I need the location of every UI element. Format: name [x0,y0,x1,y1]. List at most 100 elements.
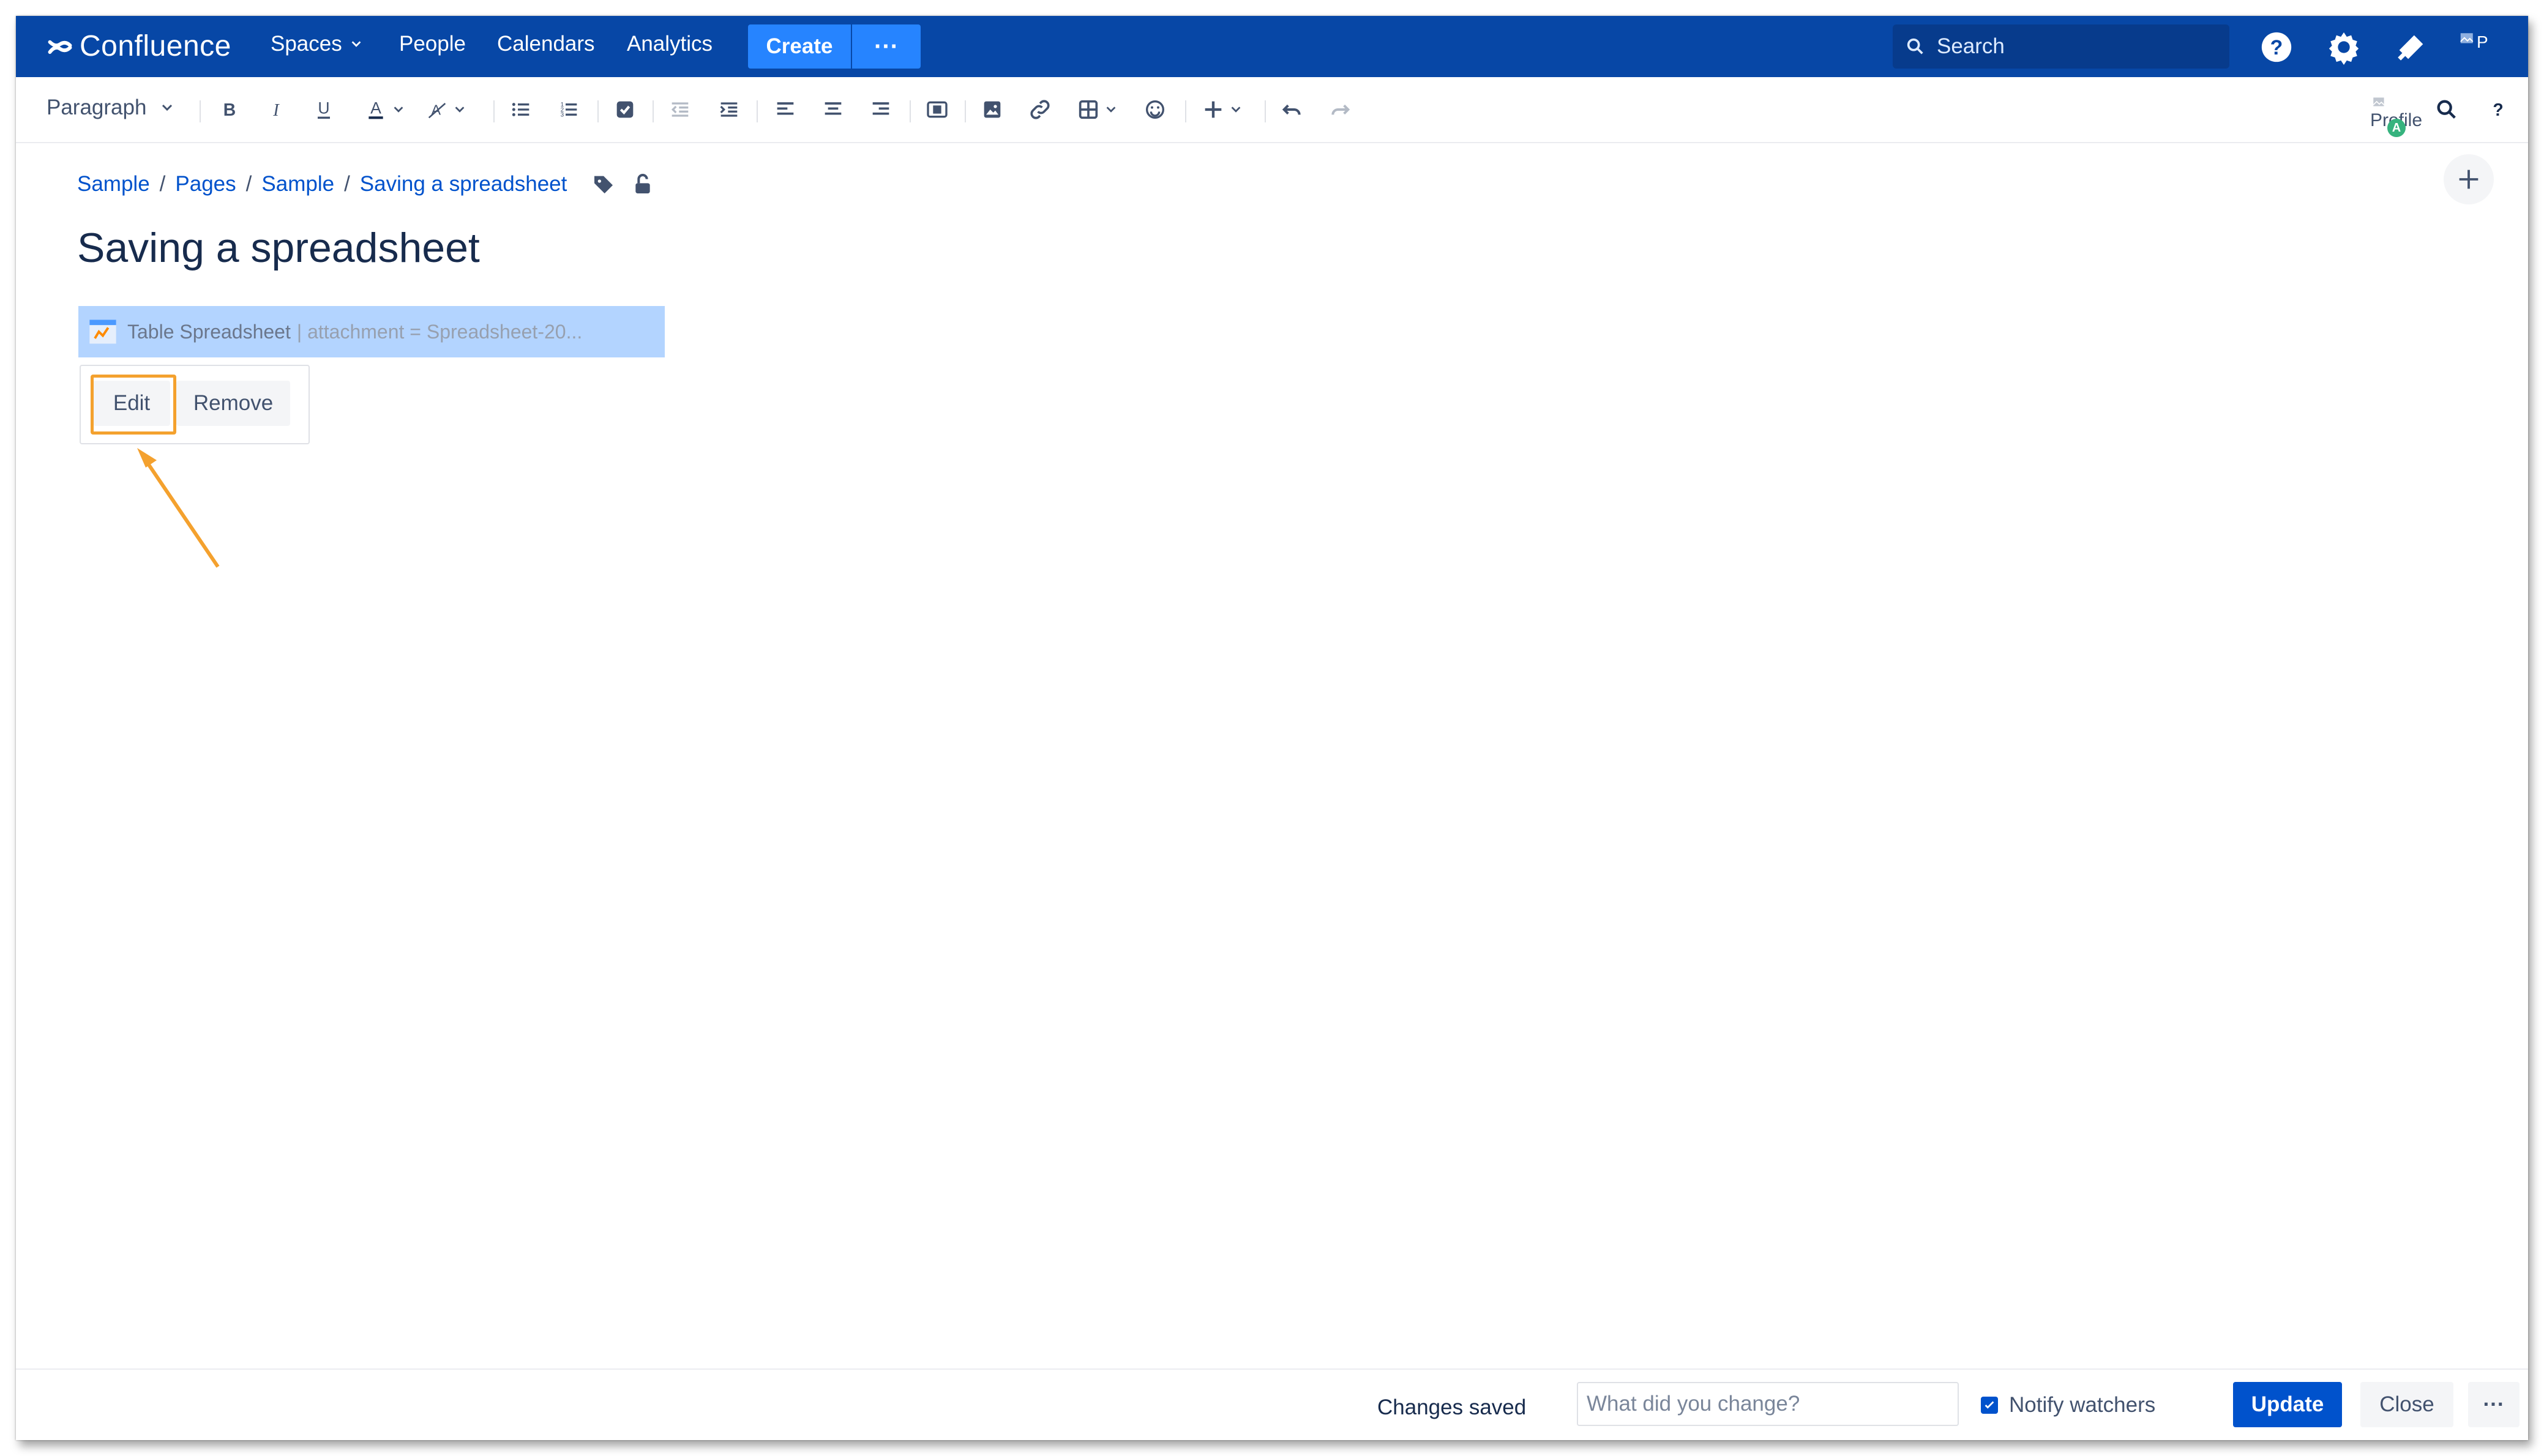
help-icon[interactable]: ? [2259,29,2294,65]
settings-gear-icon[interactable] [2326,29,2362,65]
help-icon: ? [2493,100,2503,120]
create-more-button[interactable]: ··· [852,24,921,69]
italic-button[interactable]: I [261,94,291,125]
breadcrumb-item[interactable]: Sample [261,172,334,196]
confluence-logo[interactable]: Confluence [47,29,231,63]
table-spreadsheet-macro[interactable]: Table Spreadsheet | attachment = Spreads… [78,306,665,357]
remove-macro-button[interactable]: Remove [176,381,290,426]
change-comment-input[interactable] [1577,1382,1959,1426]
indent-button[interactable] [714,94,744,125]
align-center-icon [825,102,842,115]
notify-watchers-checkbox[interactable]: Notify watchers [1981,1393,2155,1417]
clear-formatting-icon: A [428,102,446,119]
edit-button-highlight [91,375,176,435]
toolbar-divider [757,100,758,122]
add-content-button[interactable] [2444,154,2494,204]
bold-button[interactable]: B [214,94,245,125]
plus-icon [1205,101,1222,118]
nav-analytics[interactable]: Analytics [627,32,713,56]
spreadsheet-macro-icon [89,319,116,344]
toolbar-divider [1265,100,1266,122]
page-layout-icon [927,101,948,118]
checkbox-task-icon [616,101,634,118]
toolbar-divider [1185,100,1186,122]
underline-button[interactable]: U [309,94,339,125]
chevron-down-icon [394,106,403,113]
editor-footer: Changes saved Notify watchers Update Clo… [16,1368,2528,1440]
align-left-button[interactable] [770,94,801,125]
breadcrumb: Sample / Pages / Sample / Saving a sprea… [77,172,655,196]
insert-emoji-button[interactable] [1140,94,1170,125]
toolbar-divider [200,100,201,122]
update-button[interactable]: Update [2233,1382,2342,1427]
editor-help-button[interactable]: ? [2483,94,2513,125]
clear-formatting-button[interactable]: A [421,94,470,125]
page-layout-button[interactable] [922,94,952,125]
align-right-button[interactable] [866,94,896,125]
insert-link-button[interactable] [1025,94,1055,125]
toolbar-divider [910,100,911,122]
align-center-button[interactable] [818,94,848,125]
page-title[interactable]: Saving a spreadsheet [77,224,480,272]
svg-text:?: ? [2270,36,2283,59]
unlock-icon[interactable] [630,172,655,196]
italic-icon: I [272,101,280,120]
underline-icon: U [318,99,330,119]
editor-window: Confluence Spaces People Calendars Analy… [16,16,2528,1440]
outdent-icon [671,102,689,117]
insert-more-button[interactable] [1197,94,1246,125]
nav-people[interactable]: People [399,32,466,56]
toolbar-divider [597,100,599,122]
breadcrumb-separator: / [159,172,166,196]
text-color-button[interactable]: A [360,94,409,125]
task-list-button[interactable] [610,94,640,125]
collaborator-avatar: Profile A [2370,94,2422,137]
checkbox-checked-icon[interactable] [1981,1397,1998,1414]
more-options-button[interactable]: ··· [2468,1382,2520,1427]
paragraph-style-value: Paragraph [47,95,147,119]
insert-table-button[interactable] [1072,94,1121,125]
confluence-logo-icon [48,40,72,54]
search-icon [1907,38,1923,54]
svg-text:I: I [272,101,280,120]
outdent-button[interactable] [665,94,695,125]
broken-image-icon [2373,97,2385,106]
undo-button[interactable] [1277,94,1308,125]
label-tag-icon[interactable] [591,172,616,196]
create-button[interactable]: Create [748,24,851,69]
user-avatar[interactable]: P [2458,29,2494,65]
svg-text:U: U [318,99,329,118]
link-icon [1030,100,1050,119]
bullet-list-icon [512,103,529,116]
toolbar-divider [965,100,966,122]
search-input[interactable]: Search [1893,24,2229,69]
redo-button[interactable] [1325,94,1355,125]
chevron-down-icon [1231,106,1241,113]
undo-icon [1282,104,1301,115]
chevron-down-icon [351,41,361,47]
find-replace-button[interactable] [2431,94,2462,125]
breadcrumb-item-current[interactable]: Saving a spreadsheet [360,172,567,196]
nav-calendars[interactable]: Calendars [497,32,595,56]
redo-icon [1331,104,1350,115]
broken-image-icon [2460,33,2474,43]
bullet-list-button[interactable] [506,94,536,125]
save-status: Changes saved [1377,1395,1527,1419]
notifications-megaphone-icon[interactable] [2393,29,2429,65]
app-name: Confluence [80,30,231,62]
insert-image-button[interactable] [977,94,1008,125]
breadcrumb-item[interactable]: Pages [175,172,236,196]
image-icon [984,101,1001,118]
breadcrumb-item[interactable]: Sample [77,172,150,196]
collaborator-badge: A [2387,119,2406,137]
table-icon [1079,100,1098,119]
svg-text:?: ? [2493,100,2503,120]
numbered-list-button[interactable]: 123 [553,94,584,125]
toolbar-divider [493,100,495,122]
nav-spaces[interactable]: Spaces [271,32,363,56]
close-button[interactable]: Close [2360,1382,2453,1427]
bold-icon: B [223,100,236,120]
svg-text:A: A [370,99,381,118]
paragraph-style-dropdown[interactable]: Paragraph [47,95,174,120]
emoji-icon [1146,100,1164,119]
